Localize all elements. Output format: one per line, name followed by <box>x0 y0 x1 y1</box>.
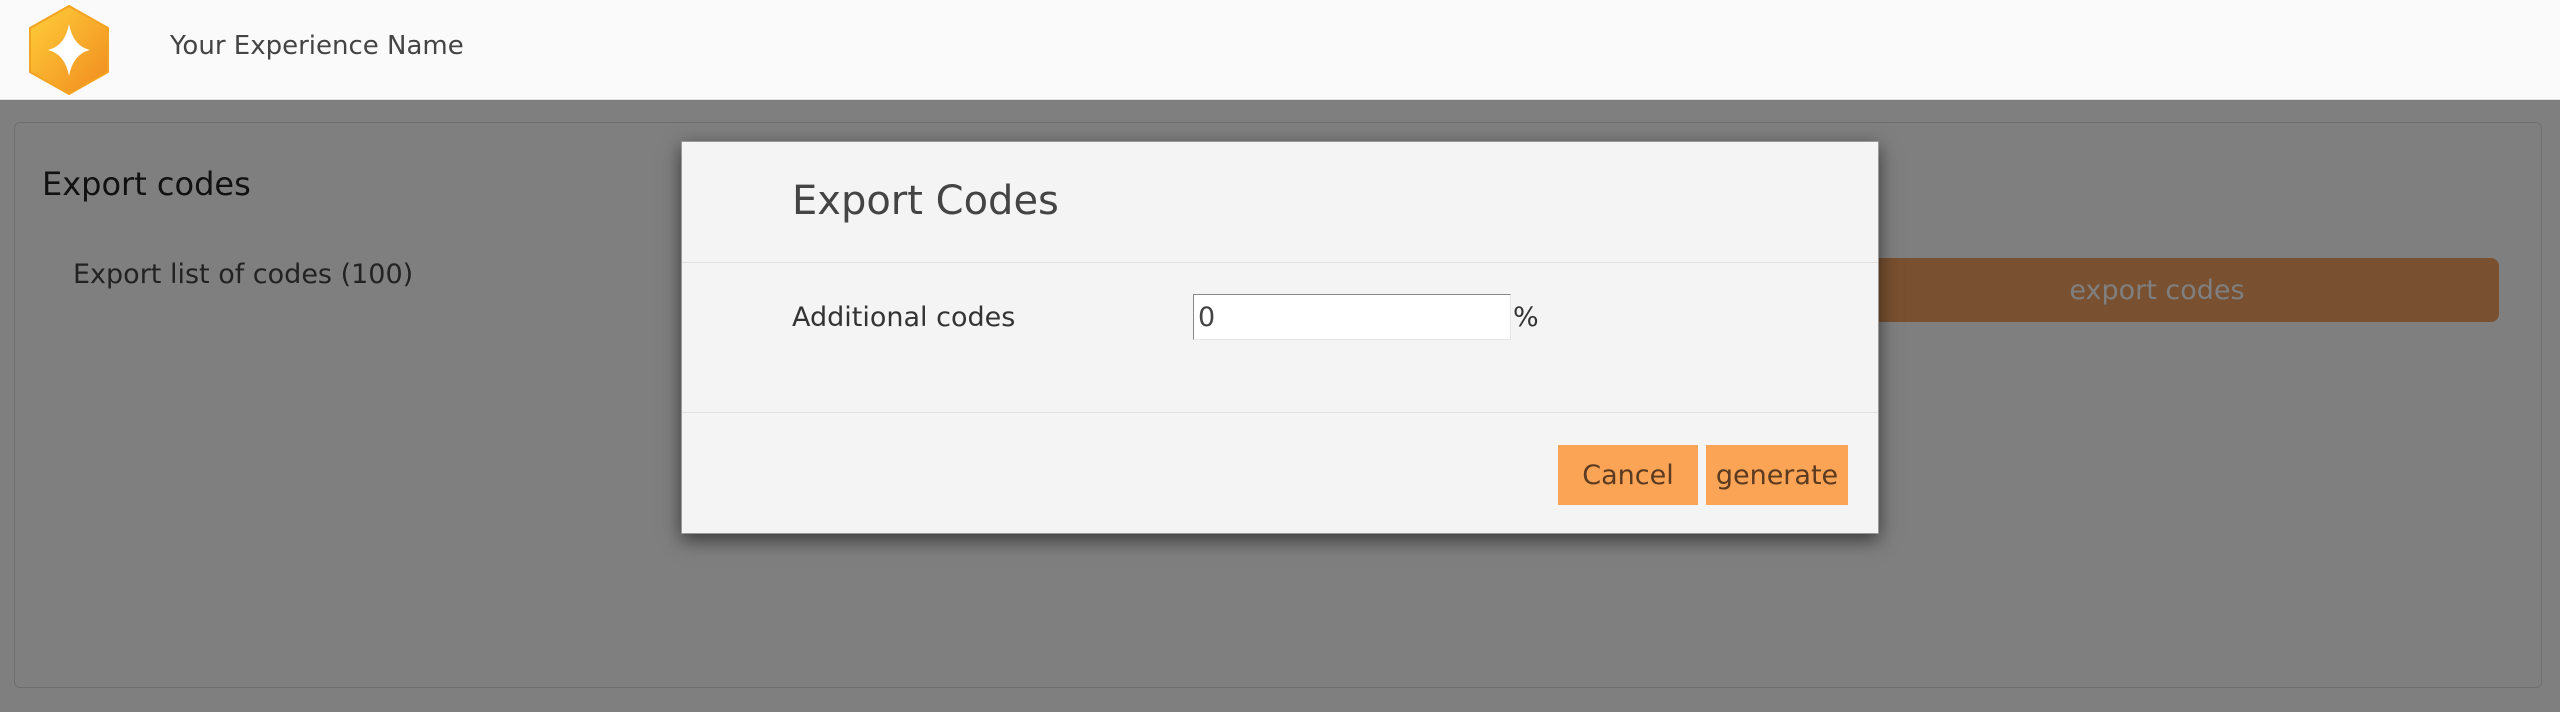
page: Your Experience Name Export codes Export… <box>0 0 2560 712</box>
hexagon-star-logo-icon <box>29 5 109 95</box>
app-title: Your Experience Name <box>170 31 464 61</box>
dialog-title: Export Codes <box>792 178 1059 224</box>
dialog-header: Export Codes <box>682 142 1878 263</box>
dialog-footer: Cancel generate <box>682 412 1878 534</box>
additional-codes-input[interactable] <box>1193 294 1511 340</box>
top-bar: Your Experience Name <box>0 0 2560 100</box>
percent-unit: % <box>1513 302 1539 333</box>
export-codes-dialog: Export Codes Additional codes % Cancel g… <box>681 141 1879 534</box>
cancel-button[interactable]: Cancel <box>1558 445 1698 505</box>
additional-codes-label: Additional codes <box>792 302 1016 333</box>
generate-button[interactable]: generate <box>1706 445 1848 505</box>
